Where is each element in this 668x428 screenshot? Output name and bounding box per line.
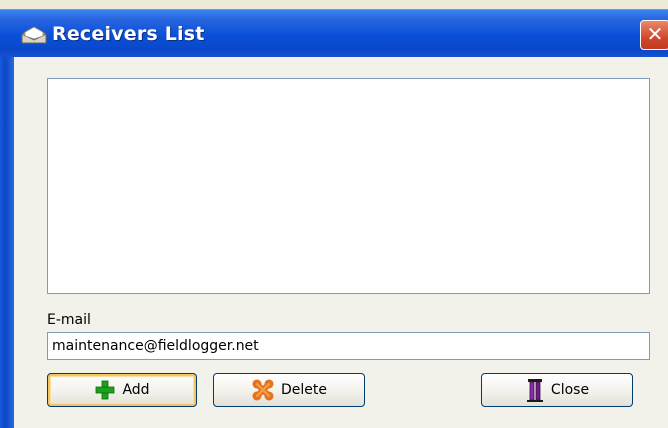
add-button-label: Add — [122, 382, 150, 398]
title-bar[interactable]: Receivers List ✕ — [0, 9, 668, 57]
add-button[interactable]: Add — [47, 373, 197, 407]
email-label: E-mail — [47, 312, 91, 328]
plus-icon — [94, 379, 116, 401]
window-title: Receivers List — [52, 23, 205, 45]
email-input[interactable] — [47, 332, 650, 360]
receivers-list-window: Receivers List ✕ E-mail Add — [0, 0, 668, 428]
delete-button-label: Delete — [281, 382, 327, 398]
delete-x-icon — [251, 378, 275, 402]
close-button[interactable]: Close — [481, 373, 633, 407]
window-frame-left — [0, 57, 14, 428]
close-button-label: Close — [550, 382, 590, 398]
close-icon: ✕ — [646, 22, 664, 46]
exit-door-icon — [525, 377, 545, 403]
envelope-icon — [20, 24, 48, 46]
delete-button[interactable]: Delete — [213, 373, 365, 407]
close-window-button[interactable]: ✕ — [640, 20, 668, 50]
receivers-listbox[interactable] — [47, 78, 650, 294]
